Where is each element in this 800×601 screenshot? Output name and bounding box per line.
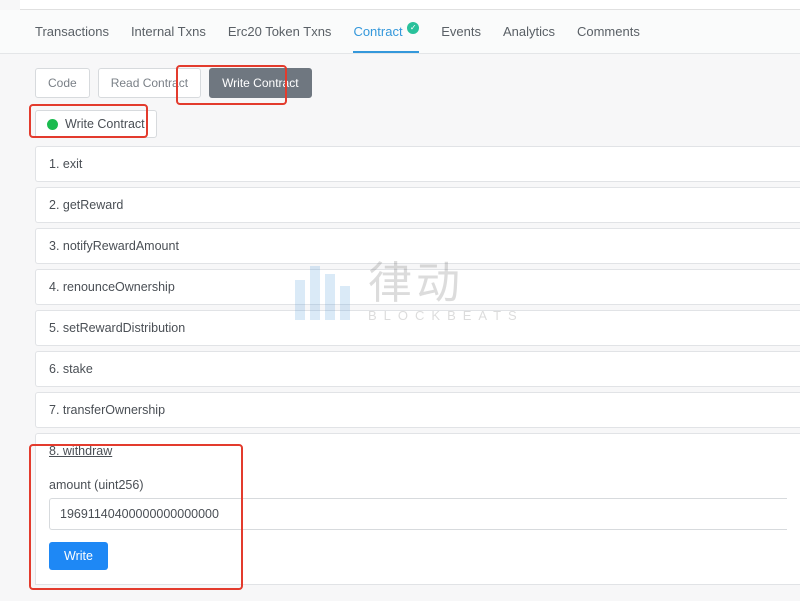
param-amount-input[interactable] (49, 498, 787, 530)
fn-stake[interactable]: 6. stake (35, 351, 800, 387)
subtab-read-contract[interactable]: Read Contract (98, 68, 201, 98)
contract-subtabs: Code Read Contract Write Contract (0, 54, 800, 108)
tab-contract-label: Contract (353, 24, 402, 39)
status-dot-icon (47, 119, 58, 130)
subtab-write-contract[interactable]: Write Contract (209, 68, 311, 98)
tab-analytics[interactable]: Analytics (503, 24, 555, 53)
tab-comments[interactable]: Comments (577, 24, 640, 53)
write-button[interactable]: Write (49, 542, 108, 570)
fn-withdraw-body: amount (uint256) Write (35, 468, 800, 585)
fn-getreward[interactable]: 2. getReward (35, 187, 800, 223)
subtab-code[interactable]: Code (35, 68, 90, 98)
main-tabs: Transactions Internal Txns Erc20 Token T… (0, 10, 800, 54)
status-label: Write Contract (65, 117, 145, 131)
fn-notifyrewardamount[interactable]: 3. notifyRewardAmount (35, 228, 800, 264)
fn-renounceownership[interactable]: 4. renounceOwnership (35, 269, 800, 305)
tab-contract[interactable]: Contract ✓ (353, 24, 419, 53)
tab-erc20-token-txns[interactable]: Erc20 Token Txns (228, 24, 332, 53)
param-amount-label: amount (uint256) (49, 478, 787, 492)
verified-check-icon: ✓ (407, 22, 419, 34)
fn-withdraw[interactable]: 8. withdraw (35, 433, 800, 468)
tab-transactions[interactable]: Transactions (35, 24, 109, 53)
fn-exit[interactable]: 1. exit (35, 146, 800, 182)
write-functions-list: 1. exit 2. getReward 3. notifyRewardAmou… (35, 146, 800, 585)
tab-internal-txns[interactable]: Internal Txns (131, 24, 206, 53)
write-contract-status: Write Contract (35, 110, 157, 138)
search-bar-edge (20, 0, 800, 10)
tab-events[interactable]: Events (441, 24, 481, 53)
fn-transferownership[interactable]: 7. transferOwnership (35, 392, 800, 428)
fn-setrewarddistribution[interactable]: 5. setRewardDistribution (35, 310, 800, 346)
